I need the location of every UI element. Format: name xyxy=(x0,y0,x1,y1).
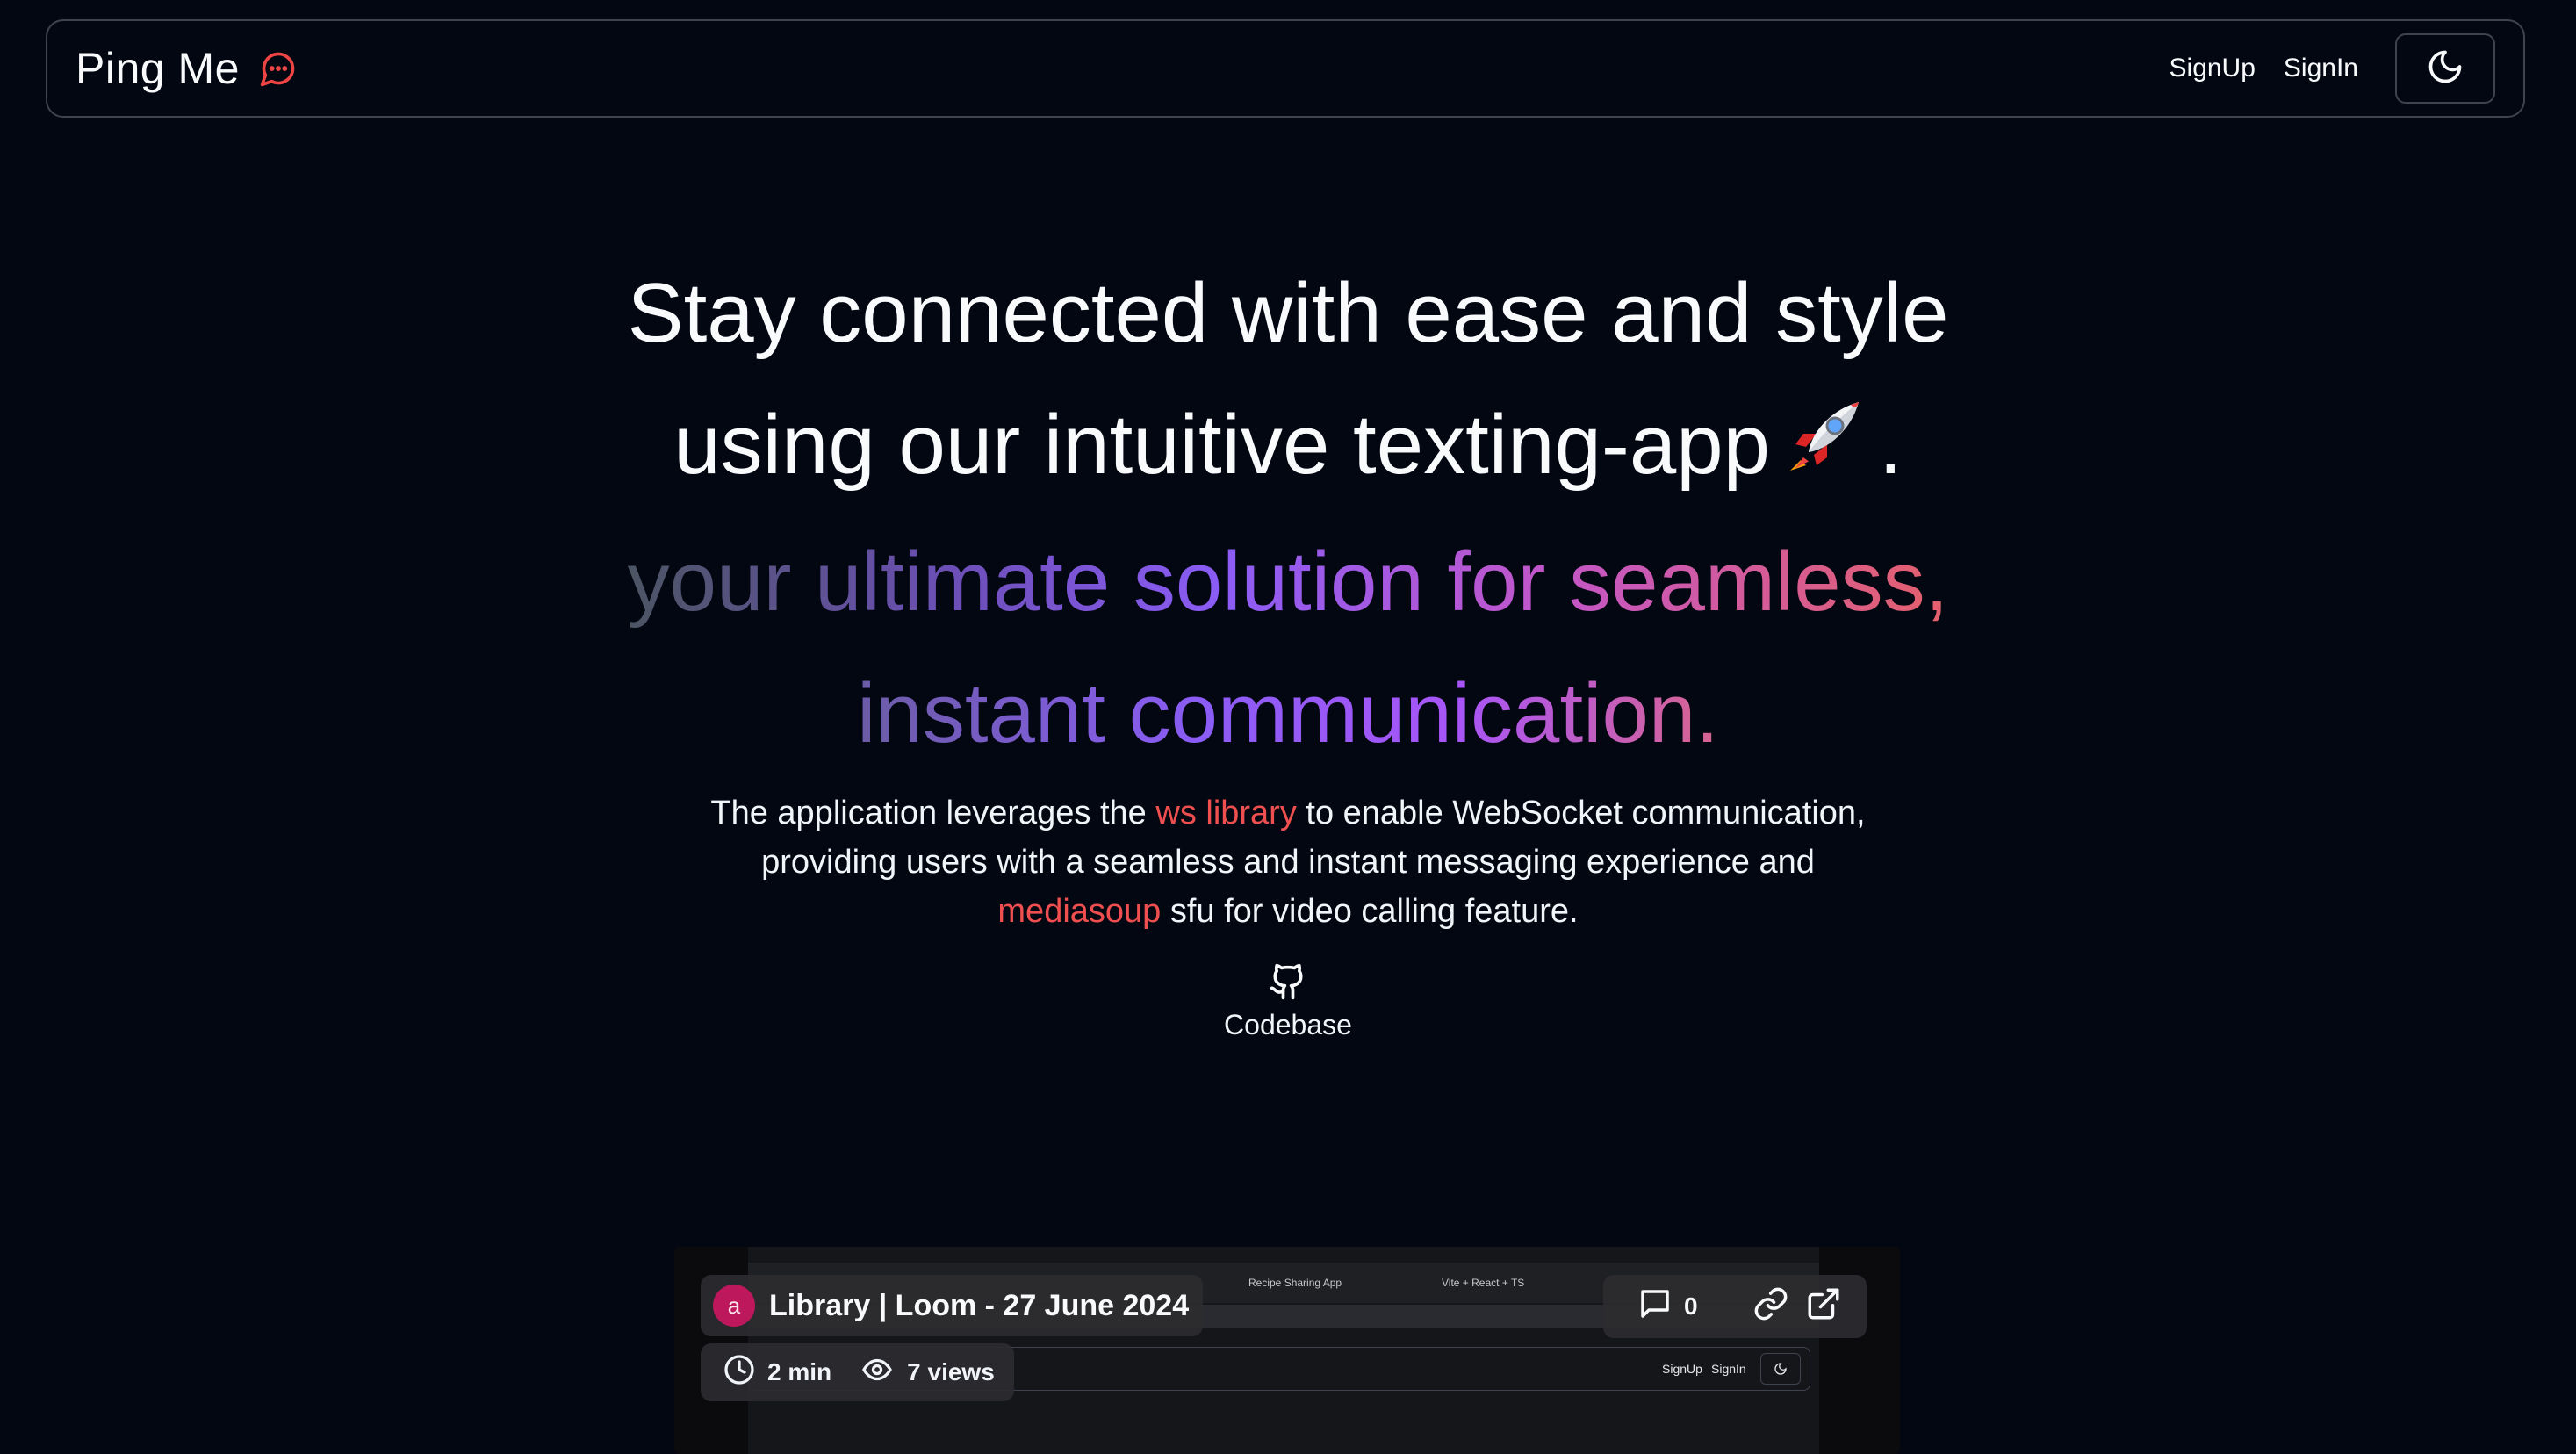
open-external-button[interactable] xyxy=(1805,1285,1842,1328)
mediasoup-link[interactable]: mediasoup xyxy=(997,893,1161,930)
chat-bubble-icon xyxy=(259,49,298,88)
duration-text: 2 min xyxy=(767,1358,832,1386)
video-title-pill[interactable]: a Library | Loom - 27 June 2024 xyxy=(701,1275,1204,1336)
link-icon xyxy=(1752,1285,1789,1328)
hero-line-4: instant communication. xyxy=(0,648,2576,780)
navbar: Ping Me SignUp SignIn xyxy=(46,19,2525,118)
signin-link[interactable]: SignIn xyxy=(2284,54,2358,83)
description-line-2: providing users with a seamless and inst… xyxy=(761,844,1815,881)
hero-line-2-end: . xyxy=(1879,398,1903,492)
video-inner-signup: SignUp xyxy=(1662,1362,1702,1376)
theme-toggle-button[interactable] xyxy=(2395,33,2495,104)
hero-line-2-text: using our intuitive texting-app xyxy=(673,398,1771,492)
github-icon xyxy=(1269,963,1307,1004)
duration: 2 min xyxy=(723,1354,831,1392)
brand-name: Ping Me xyxy=(76,44,240,93)
comments-count: 0 xyxy=(1684,1292,1698,1320)
signup-link[interactable]: SignUp xyxy=(2169,54,2256,83)
copy-link-button[interactable] xyxy=(1752,1285,1789,1328)
avatar: a xyxy=(713,1285,755,1327)
video-inner-signin: SignIn xyxy=(1711,1362,1746,1376)
views-text: 7 views xyxy=(907,1358,995,1386)
description-text: sfu for video calling feature. xyxy=(1161,893,1579,930)
hero-line-1: Stay connected with ease and style xyxy=(627,266,1949,360)
ws-library-link[interactable]: ws library xyxy=(1155,795,1296,831)
rocket-icon xyxy=(1782,385,1867,516)
hero-line-2: using our intuitive texting-app . xyxy=(0,379,2576,516)
loom-video-embed[interactable]: Recipe Sharing App Vite + React + TS Sig… xyxy=(674,1247,1900,1454)
comments-button[interactable]: 0 xyxy=(1637,1285,1698,1328)
nav-right: SignUp SignIn xyxy=(2169,33,2495,104)
description-line-3: mediasoup sfu for video calling feature. xyxy=(0,887,2576,936)
brand[interactable]: Ping Me xyxy=(76,43,298,94)
hero-gradient-line-3: your ultimate solution for seamless, xyxy=(627,535,1949,629)
description: The application leverages the ws library… xyxy=(0,788,2576,936)
description-line-1: The application leverages the ws library… xyxy=(0,788,2576,838)
moon-icon xyxy=(1760,1353,1801,1385)
moon-icon xyxy=(2426,47,2464,90)
hero: Stay connected with ease and style using… xyxy=(0,248,2576,780)
codebase-link[interactable]: Codebase xyxy=(1200,962,1376,1041)
video-tab: Vite + React + TS xyxy=(1442,1277,1525,1289)
codebase-label: Codebase xyxy=(1224,1009,1352,1040)
hero-line-3: your ultimate solution for seamless, xyxy=(0,516,2576,648)
video-title: Library | Loom - 27 June 2024 xyxy=(769,1288,1190,1322)
description-text: The application leverages the xyxy=(710,795,1156,831)
comment-icon xyxy=(1637,1285,1673,1328)
video-meta-pill: 2 min 7 views xyxy=(701,1343,1014,1401)
video-tab: Recipe Sharing App xyxy=(1248,1277,1342,1289)
eye-icon xyxy=(860,1354,895,1392)
description-text: to enable WebSocket communication, xyxy=(1296,795,1866,831)
clock-icon xyxy=(723,1354,755,1392)
external-link-icon xyxy=(1805,1285,1842,1328)
hero-gradient-line-4: instant communication. xyxy=(857,666,1719,760)
video-actions: 0 xyxy=(1603,1275,1867,1338)
views: 7 views xyxy=(860,1354,995,1392)
